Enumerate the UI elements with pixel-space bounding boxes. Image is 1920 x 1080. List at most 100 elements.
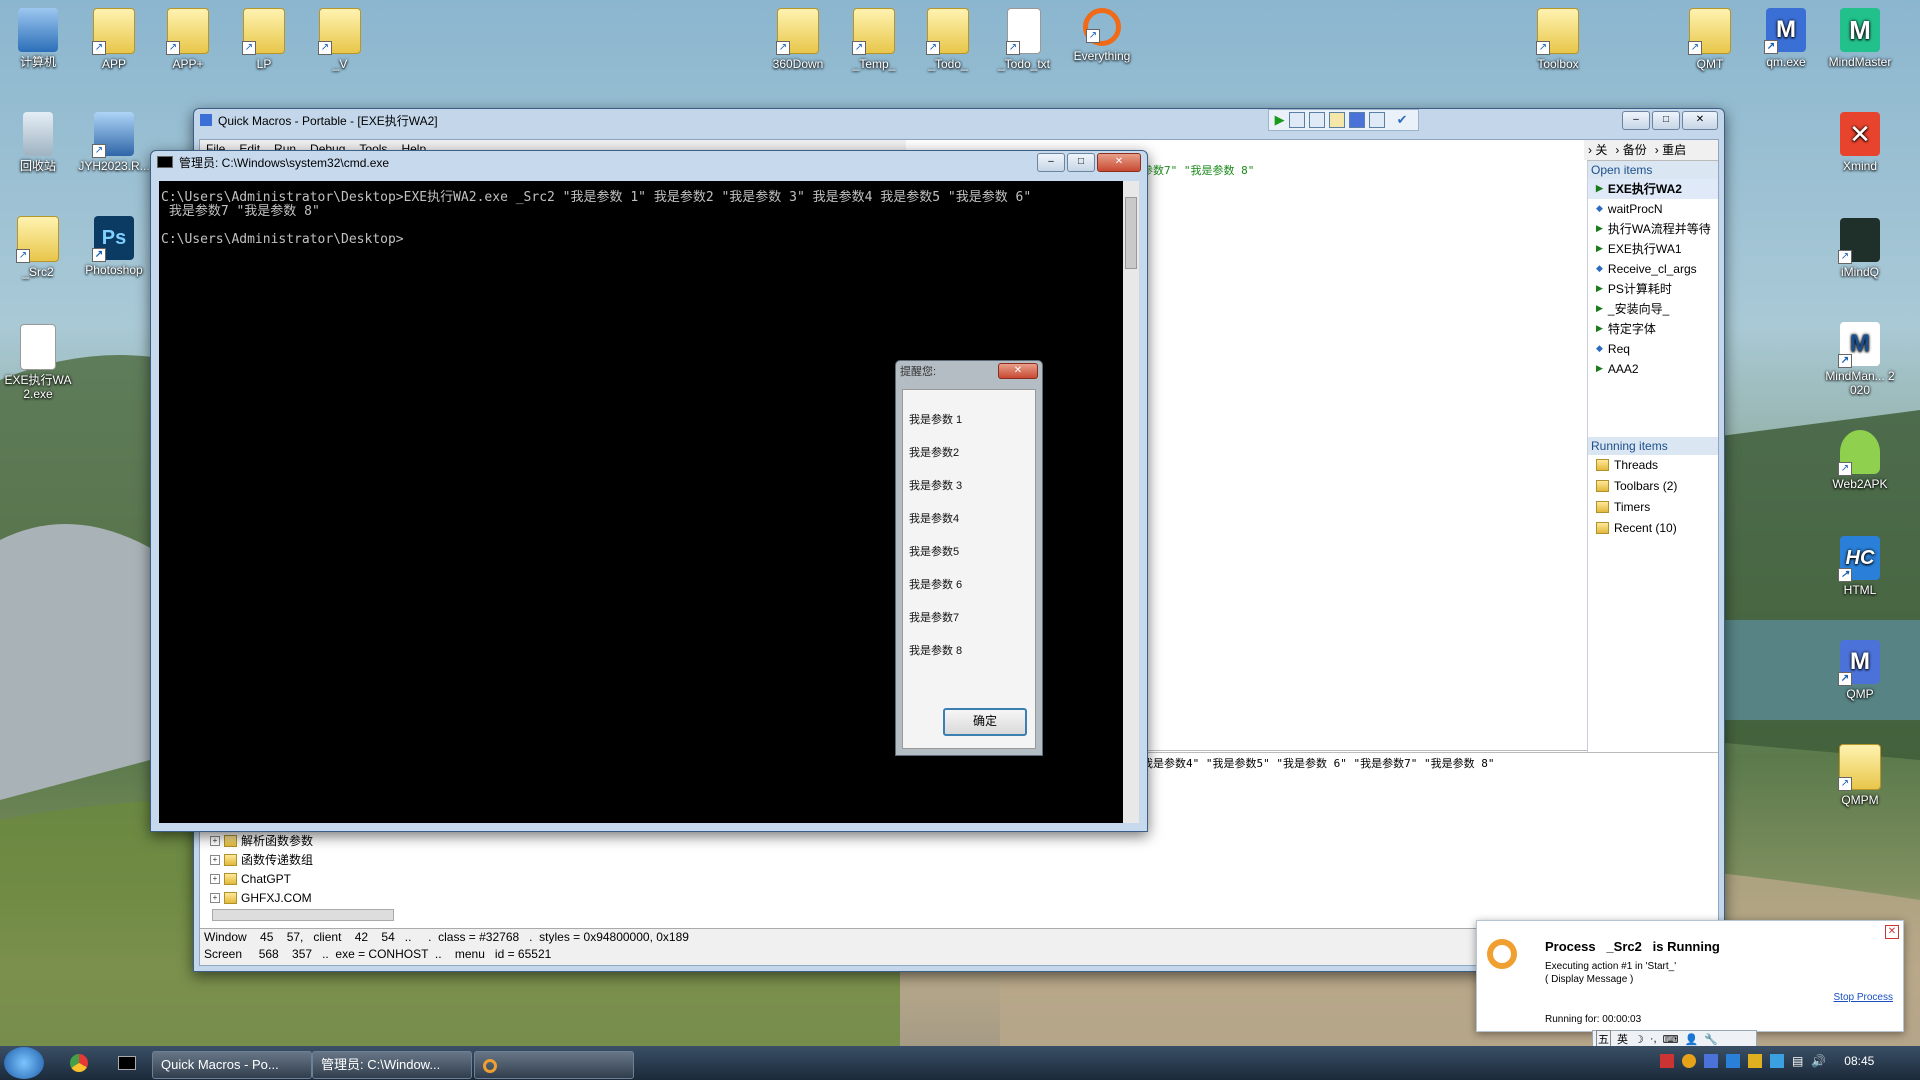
stop-process-link[interactable]: Stop Process [1834,992,1893,1003]
tree-hscrollbar[interactable] [212,909,394,921]
desktop-icon-html[interactable]: HCHTML [1822,536,1898,597]
minimize-button[interactable]: – [1622,110,1650,130]
toolbar-qm-icon[interactable] [1348,112,1365,128]
desktop-icon-todo[interactable]: _Todo_ [910,8,986,71]
close-button[interactable]: ✕ [998,363,1038,379]
tree-node[interactable]: + 解析函数参数 [200,831,462,850]
cmd-taskbar-icon[interactable] [118,1056,136,1070]
desktop-icon-jyh2023[interactable]: JYH2023.R... [76,112,152,173]
toolbar-mail-icon[interactable] [1328,112,1345,128]
message-box[interactable]: 提醒您: ✕ 我是参数 1 我是参数2 我是参数 3 我是参数4 我是参数5 我是参数 6… [895,360,1043,756]
tray-shield-icon[interactable] [1770,1054,1784,1068]
desktop-icon-app[interactable]: APP [76,8,152,71]
tray-icon[interactable] [1726,1054,1740,1068]
expand-icon[interactable]: + [210,892,220,903]
toolbar-tool-icon[interactable] [1288,112,1305,128]
chrome-taskbar-icon[interactable] [70,1054,88,1072]
desktop-icon-everything[interactable]: Everything [1064,8,1140,63]
network-icon[interactable]: ▤ [1792,1054,1803,1068]
keyboard-icon[interactable]: ⌨ [1663,1033,1679,1046]
desktop-icon-src2[interactable]: _Src2 [0,216,76,279]
desktop-icon-recycle-bin[interactable]: 回收站 [0,112,76,173]
task-cmd[interactable]: 管理员: C:\Window... [312,1051,472,1079]
desktop-icon-mindmaster[interactable]: M MindMaster [1822,8,1898,69]
ok-button[interactable]: 确定 [943,708,1027,736]
tray-icon[interactable] [1660,1054,1674,1068]
open-item[interactable]: ▶ AAA2 [1588,359,1718,379]
clock[interactable]: 08:45 [1844,1054,1874,1068]
tray-icon[interactable] [1748,1054,1762,1068]
desktop-icon-photoshop[interactable]: PsPhotoshop [76,216,152,277]
open-item[interactable]: ▶ EXE执行WA2 [1588,179,1718,199]
close-item-button[interactable]: › 关 [1588,140,1607,160]
desktop-icon-exe-wa2[interactable]: EXE执行WA2.exe [0,324,76,401]
desktop-icon-imindq[interactable]: iMindQ [1822,218,1898,279]
task-process[interactable] [474,1051,634,1079]
running-items-header: Running items [1588,437,1718,455]
volume-icon[interactable]: 🔊 [1811,1054,1826,1068]
desktop-icon-qmt[interactable]: QMT [1672,8,1748,71]
punct-icon[interactable]: ·, [1650,1033,1657,1045]
desktop-icon-v[interactable]: _V [302,8,378,71]
console-scrollbar[interactable] [1123,181,1139,823]
running-item[interactable]: Threads [1588,455,1718,476]
desktop-icon-temp[interactable]: _Temp_ [836,8,912,71]
tray-icon[interactable] [1682,1054,1696,1068]
toolbar-check-icon[interactable]: ✔ [1397,112,1408,128]
running-item[interactable]: Recent (10) [1588,518,1718,539]
open-item[interactable]: ▶ PS计算耗时 [1588,279,1718,299]
open-item[interactable]: ▶ 执行WA流程并等待 [1588,219,1718,239]
open-item[interactable]: ◆ waitProcN [1588,199,1718,219]
msgbox-titlebar[interactable]: 提醒您: ✕ [896,361,1042,381]
scroll-thumb[interactable] [1125,197,1137,269]
run-play-icon[interactable]: ▶ [1275,112,1285,128]
expand-icon[interactable]: + [210,854,220,865]
desktop-icon-lp[interactable]: LP [226,8,302,71]
process-notification[interactable]: ✕ Process _Src2 is Running Executing act… [1476,920,1904,1032]
moon-icon[interactable]: ☽ [1634,1033,1644,1046]
desktop-icon-qmp[interactable]: MQMP [1822,640,1898,701]
desktop-icon-mindmanager[interactable]: MMindMan... 2020 [1822,322,1898,397]
toolbar-tool-icon[interactable] [1308,112,1325,128]
desktop-icon-qmpm[interactable]: QMPM [1822,744,1898,807]
expand-icon[interactable]: + [210,873,220,884]
close-button[interactable]: ✕ [1097,152,1141,172]
toolbar-ie-icon[interactable] [1368,112,1385,128]
desktop-icon-app-plus[interactable]: APP+ [150,8,226,71]
desktop-icon-qm-exe[interactable]: Mqm.exe [1748,8,1824,69]
open-item[interactable]: ◆ Receive_cl_args [1588,259,1718,279]
running-item[interactable]: Timers [1588,497,1718,518]
desktop-icon-360down[interactable]: 360Down [760,8,836,71]
desktop-icon-todo-txt[interactable]: _Todo_txt [986,8,1062,71]
tree-node[interactable]: + GHFXJ.COM [200,888,462,907]
qm-titlebar[interactable]: Quick Macros - Portable - [EXE执行WA2] ▶ ✔… [194,109,1724,131]
open-item[interactable]: ▶ EXE执行WA1 [1588,239,1718,259]
maximize-button[interactable]: □ [1067,152,1095,172]
tree-node[interactable]: + 函数传递数组 [200,850,462,869]
desktop-icon-toolbox[interactable]: Toolbox [1520,8,1596,71]
open-item[interactable]: ▶ _安装向导_ [1588,299,1718,319]
task-quick-macros[interactable]: Quick Macros - Po... [152,1051,312,1079]
cmd-titlebar[interactable]: 管理员: C:\Windows\system32\cmd.exe – □ ✕ [151,151,1147,173]
open-item[interactable]: ◆ Req [1588,339,1718,359]
wrench-icon[interactable]: 🔧 [1704,1033,1718,1046]
maximize-button[interactable]: □ [1652,110,1680,130]
ime-lang[interactable]: 英 [1617,1031,1628,1047]
macro-tree[interactable]: + 解析函数参数 + 函数传递数组 + ChatGPT + GHFXJ.COM [200,830,462,921]
desktop-icon-computer[interactable]: 计算机 [0,8,76,69]
running-item[interactable]: Toolbars (2) [1588,476,1718,497]
desktop-icon-xmind[interactable]: ✕ Xmind [1822,112,1898,173]
minimize-button[interactable]: – [1037,152,1065,172]
close-button[interactable]: ✕ [1682,110,1718,130]
backup-button[interactable]: › 备份 [1615,140,1646,160]
notification-close-icon[interactable]: ✕ [1885,925,1899,939]
user-icon[interactable]: 👤 [1685,1033,1699,1046]
code-line: 参数7" "我是参数 8" [1142,164,1255,177]
expand-icon[interactable]: + [210,835,220,846]
open-item[interactable]: ▶ 特定字体 [1588,319,1718,339]
tray-icon[interactable] [1704,1054,1718,1068]
tree-node[interactable]: + ChatGPT [200,869,462,888]
restart-button[interactable]: › 重启 [1655,140,1686,160]
start-button[interactable] [4,1047,44,1079]
desktop-icon-web2apk[interactable]: Web2APK [1822,430,1898,491]
